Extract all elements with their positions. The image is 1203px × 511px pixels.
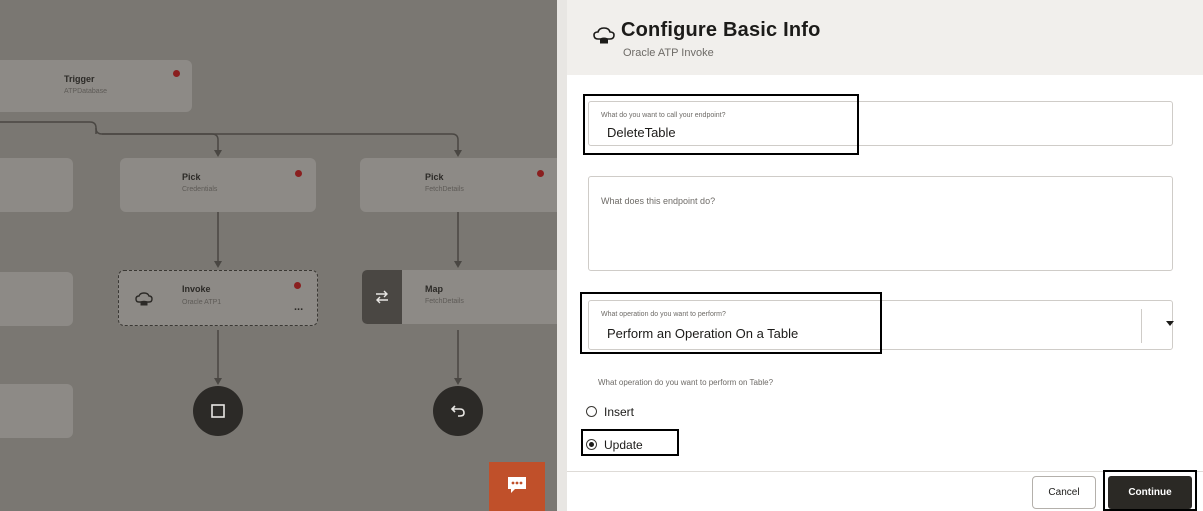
pick-node-subtitle: FetchDetails — [425, 186, 464, 193]
map-node-subtitle: FetchDetails — [425, 298, 464, 305]
panel-header: Configure Basic Info Oracle ATP Invoke — [567, 0, 1203, 75]
pick-node-title: Pick — [425, 172, 444, 182]
configure-panel: Configure Basic Info Oracle ATP Invoke W… — [567, 0, 1203, 511]
operation-selected-value: Perform an Operation On a Table — [607, 326, 799, 341]
invoke-node-title: Invoke — [182, 284, 211, 294]
collapsed-node[interactable] — [0, 158, 73, 212]
radio-update-label[interactable]: Update — [604, 438, 643, 452]
cancel-button[interactable]: Cancel — [1032, 476, 1096, 509]
radio-insert-label[interactable]: Insert — [604, 405, 634, 419]
pick-node-subtitle: Credentials — [182, 186, 218, 193]
pick-node-credentials[interactable]: Pick Credentials — [120, 158, 316, 212]
error-indicator-icon — [294, 282, 301, 289]
endpoint-name-label: What do you want to call your endpoint? — [601, 112, 726, 119]
error-indicator-icon — [173, 70, 180, 77]
panel-subtitle: Oracle ATP Invoke — [623, 47, 714, 59]
return-node[interactable] — [433, 386, 483, 436]
chat-bubble-icon — [508, 477, 526, 493]
operation-select[interactable]: What operation do you want to perform? P… — [588, 300, 1174, 350]
panel-splitter[interactable] — [557, 0, 567, 511]
trigger-node[interactable]: Trigger ATPDatabase — [0, 60, 192, 112]
pick-node-fetchdetails[interactable]: Pick FetchDetails — [360, 158, 557, 212]
trigger-node-title: Trigger — [64, 74, 95, 84]
pick-node-title: Pick — [182, 172, 201, 182]
return-arrow-icon — [450, 405, 465, 417]
invoke-node[interactable]: Invoke Oracle ATP1 ... — [118, 270, 318, 326]
continue-button[interactable]: Continue — [1108, 476, 1192, 509]
collapsed-node[interactable] — [0, 384, 73, 438]
endpoint-description-textarea[interactable]: What does this endpoint do? — [588, 176, 1173, 271]
trigger-node-subtitle: ATPDatabase — [64, 88, 108, 95]
integration-canvas: Trigger ATPDatabase Pick Credentials Pic… — [0, 0, 557, 511]
map-icon-container — [362, 270, 402, 324]
chat-button[interactable] — [489, 462, 545, 511]
cloud-database-icon — [593, 27, 615, 44]
panel-title: Configure Basic Info — [621, 19, 821, 41]
select-divider — [1141, 309, 1142, 343]
operation-label: What operation do you want to perform? — [601, 311, 726, 318]
error-indicator-icon — [537, 170, 544, 177]
stop-node[interactable] — [193, 386, 243, 436]
swap-arrows-icon — [376, 290, 388, 304]
radio-update[interactable] — [586, 439, 597, 450]
radio-insert[interactable] — [586, 406, 597, 417]
invoke-node-subtitle: Oracle ATP1 — [182, 299, 222, 306]
footer-divider — [567, 471, 1203, 472]
endpoint-name-field[interactable]: What do you want to call your endpoint? … — [588, 101, 1173, 146]
cloud-database-icon — [135, 292, 153, 306]
endpoint-description-placeholder: What does this endpoint do? — [601, 196, 716, 206]
table-operation-question: What operation do you want to perform on… — [598, 378, 774, 387]
map-node-title: Map — [425, 284, 443, 294]
endpoint-name-value[interactable]: DeleteTable — [607, 125, 676, 140]
chevron-down-icon[interactable] — [1166, 321, 1174, 326]
map-node[interactable]: Map FetchDetails — [362, 270, 557, 324]
more-options-button[interactable]: ... — [294, 301, 303, 313]
error-indicator-icon — [295, 170, 302, 177]
stop-square-icon — [211, 404, 225, 418]
collapsed-node[interactable] — [0, 272, 73, 326]
